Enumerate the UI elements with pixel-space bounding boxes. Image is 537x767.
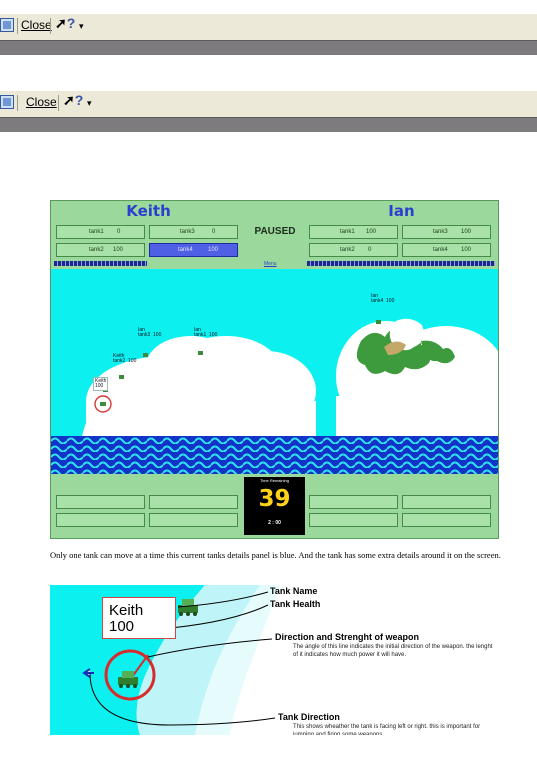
toolbar-top: Close ➚? ▾	[0, 14, 537, 41]
toolbar-separator	[17, 95, 18, 111]
p1-weapon-slot[interactable]	[56, 495, 145, 509]
caption-text: Only one tank can move at a time this cu…	[50, 550, 501, 560]
help-icon[interactable]: ➚?	[63, 92, 83, 108]
game-screenshot: Keith Ian tank1 0 tank3 0 tank2 100 tank…	[50, 200, 499, 539]
help-glyph: ?	[66, 15, 76, 31]
dropdown-arrow-icon[interactable]: ▾	[79, 21, 84, 37]
tank-name-label: Tank Name	[270, 586, 318, 596]
game-water	[51, 436, 498, 474]
tank-detail-diagram: Keith 100 Tank Name Tank Health Directio…	[50, 585, 497, 735]
tank-health-label: Tank Health	[270, 599, 321, 609]
active-tank	[100, 402, 106, 406]
timer-value: 39	[258, 486, 291, 512]
tank-tag-keith-active: Keith 100	[93, 377, 109, 391]
toolbar-separator	[58, 95, 59, 111]
toolbar-top-bar	[0, 40, 537, 55]
direction-label: Tank Direction	[278, 712, 340, 722]
tank-tag-ian-tank3: Ian tank3 100	[138, 327, 162, 338]
window-icon[interactable]	[0, 95, 14, 109]
p2-weapon-slot[interactable]	[309, 495, 398, 509]
weapon-label: Direction and Strenght of weapon	[275, 632, 420, 642]
toolbar-separator	[50, 18, 51, 34]
toolbar-second-bar	[0, 117, 537, 132]
dropdown-arrow-icon[interactable]: ▾	[87, 98, 92, 114]
tank-tag-ian-tank4: Ian tank4 100	[371, 293, 395, 304]
help-glyph: ?	[74, 92, 84, 108]
p1-weapon-slot[interactable]	[149, 495, 238, 509]
help-icon[interactable]: ➚?	[55, 15, 75, 31]
timer-total: 2 : 00	[268, 520, 281, 526]
p2-weapon-slot[interactable]	[309, 513, 398, 527]
timer-panel: Time Remaining 39 2 : 00	[244, 477, 305, 535]
p2-weapon-slot[interactable]	[402, 495, 491, 509]
water-waves	[51, 436, 498, 474]
timer-label: Time Remaining	[260, 478, 289, 483]
window-icon[interactable]	[0, 18, 14, 32]
tank-name-box: Keith 100	[102, 597, 176, 639]
p1-weapon-slot[interactable]	[56, 513, 145, 527]
toolbar-second: Close ➚? ▾	[0, 91, 537, 118]
close-button[interactable]: Close	[26, 95, 57, 111]
tank-health-text: 100	[109, 618, 135, 635]
direction-description: This shows wheather the tank is facing l…	[293, 724, 481, 735]
tank-tag-keith-tank2: Keith tank2 100	[113, 353, 137, 364]
weapon-description: The angle of this line indicates the ini…	[293, 644, 493, 658]
p2-weapon-slot[interactable]	[402, 513, 491, 527]
close-button[interactable]: Close	[21, 18, 52, 34]
pointer-glyph: ➚	[63, 92, 75, 108]
p1-weapon-slot[interactable]	[149, 513, 238, 527]
tank-name-text: Keith	[109, 602, 144, 619]
pointer-glyph: ➚	[55, 15, 67, 31]
tank-tag-ian-tank1: Ian tank1 100	[194, 327, 218, 338]
toolbar-separator	[17, 18, 18, 34]
